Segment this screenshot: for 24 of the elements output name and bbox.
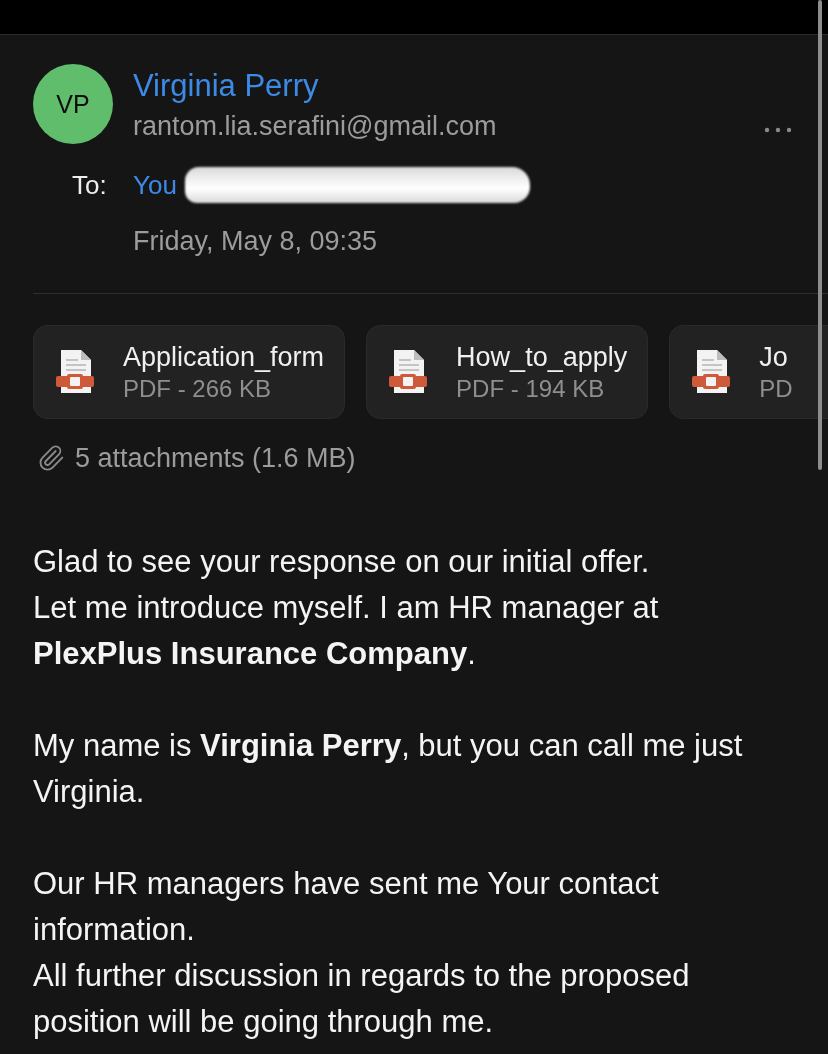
more-icon[interactable] [764,127,792,133]
attachment-name: How_to_apply [456,340,628,374]
message-paragraph: My name is Virginia Perry, but you can call me just Virginia. [33,727,744,811]
attachment-details: PDF - 266 KB [123,373,273,404]
attachment-card[interactable]: How_to_apply PDF - 194 KB [366,325,649,419]
sender-name[interactable]: Virginia Perry [133,66,764,106]
sender-email: rantom.lia.serafini@gmail.com [133,110,498,143]
to-label: To: [72,169,108,201]
attachment-name: Application_form [123,340,325,374]
pdf-file-icon [388,349,429,395]
attachment-details: PDF - 194 KB [456,373,606,404]
attachment-card[interactable]: Application_form PDF - 266 KB [33,325,346,419]
paperclip-icon [37,444,65,472]
recipient-name[interactable]: You [133,169,177,201]
attachment-details: PD [759,373,793,404]
pdf-file-icon [691,349,732,395]
message-paragraph: Our HR managers have sent me Your contact information. All further discussion in regards to the proposed position will be going through me. [33,865,691,1041]
sender-avatar: VP [33,64,113,144]
pdf-file-icon [55,349,95,395]
attachment-name: Jo [759,340,789,374]
attachment-card[interactable]: Jo PD [669,325,828,419]
message-paragraph: Glad to see your response on our initial offer. Let me introduce myself. I am HR manager at PlexPlus Insurance Company. [33,543,660,673]
attachments-summary[interactable]: 5 attachments (1.6 MB) [75,442,356,474]
sent-date: Friday, May 8, 09:35 [133,225,379,258]
